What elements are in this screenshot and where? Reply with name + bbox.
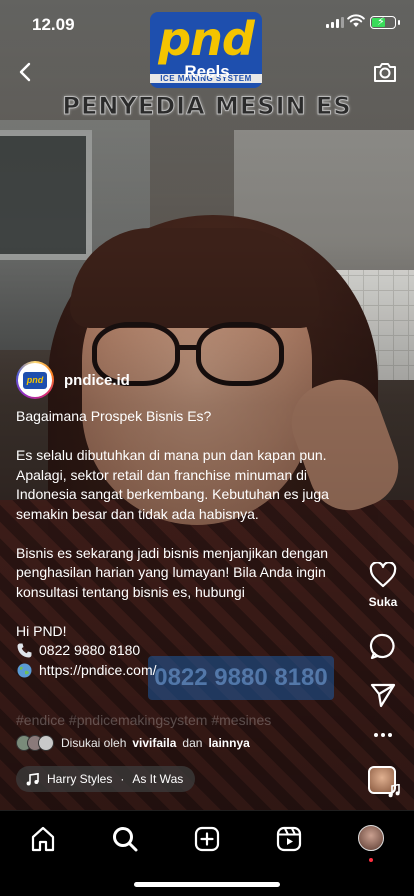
profile-avatar [358, 825, 384, 851]
likes-user[interactable]: vivifaila [132, 736, 176, 750]
post-author[interactable]: pnd pndice.id [16, 361, 130, 399]
notification-dot [369, 858, 373, 862]
caption-greeting: Hi PND! [16, 622, 67, 639]
likes-summary[interactable]: Disukai oleh vivifaila dan lainnya [16, 735, 250, 751]
send-icon [370, 683, 396, 708]
profile-tab[interactable] [358, 825, 386, 862]
status-time: 12.09 [32, 15, 75, 34]
music-artist: Harry Styles [47, 772, 113, 786]
share-button[interactable] [363, 682, 403, 713]
battery-icon: ⚡ [370, 16, 400, 29]
wifi-icon [347, 14, 365, 27]
plus-square-icon[interactable] [193, 825, 221, 853]
reels-icon[interactable] [275, 825, 303, 853]
comment-button[interactable] [363, 632, 403, 665]
home-indicator [134, 882, 280, 887]
phone-icon [17, 643, 32, 658]
video-banner-text: PENYEDIA MESIN ES [62, 92, 352, 121]
liker-avatars [16, 735, 54, 751]
cellular-signal-icon [326, 17, 344, 28]
music-song: As It Was [132, 772, 184, 786]
heart-icon [369, 561, 397, 588]
music-pill[interactable]: Harry Styles · As It Was [16, 766, 196, 792]
search-icon[interactable] [111, 825, 139, 853]
author-avatar-logo: pnd [23, 371, 47, 389]
more-button[interactable] [363, 727, 403, 748]
likes-others[interactable]: lainnya [208, 736, 249, 750]
reel-video[interactable]: pnd ICE MAKING SYSTEM PENYEDIA MESIN ES … [0, 0, 414, 810]
caption-paragraph-2: Bisnis es sekarang jadi bisnis menjanjik… [16, 544, 329, 600]
caption-url-line: https://pndice.com/ [16, 661, 346, 681]
status-bar: 12.09 ⚡ [0, 0, 414, 48]
caption-heading: Bagaimana Prospek Bisnis Es? [16, 408, 212, 424]
globe-icon [17, 663, 32, 678]
author-handle[interactable]: pndice.id [64, 372, 130, 389]
caption-phone-line: 0822 9880 8180 [16, 641, 346, 661]
caption-phone-number: 0822 9880 8180 [39, 642, 141, 658]
caption-paragraph-1: Es selalu dibutuhkan di mana pun dan kap… [16, 447, 329, 522]
more-icon [374, 733, 392, 737]
home-icon[interactable] [29, 825, 57, 853]
camera-icon[interactable] [371, 58, 399, 86]
avatar[interactable]: pnd [16, 361, 54, 399]
page-title: Reels [184, 62, 230, 81]
caption-link[interactable]: https://pndice.com/ [39, 661, 157, 681]
like-button[interactable]: Suka [363, 561, 403, 609]
music-note-icon [26, 772, 39, 785]
music-separator: · [120, 772, 125, 786]
comment-icon [369, 633, 395, 660]
likes-and: dan [182, 736, 203, 750]
music-note-icon [388, 784, 400, 798]
caption-hashtags[interactable]: #endice #pndicemakingsystem #mesines [16, 712, 346, 728]
likes-prefix: Disukai oleh [61, 736, 127, 750]
post-caption[interactable]: Bagaimana Prospek Bisnis Es? Es selalu d… [16, 407, 346, 680]
like-label: Suka [368, 595, 398, 609]
